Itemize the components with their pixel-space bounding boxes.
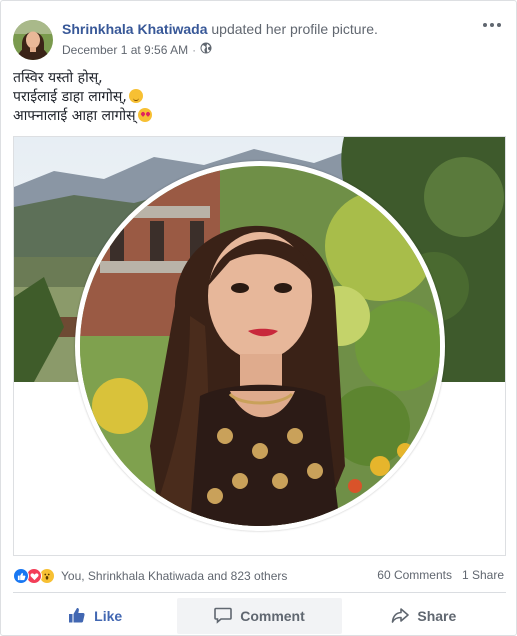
caption-line: आफ्नालाई आहा लागोस् xyxy=(13,107,152,126)
post-action-text: updated her profile picture. xyxy=(211,21,378,37)
reactions-summary-text[interactable]: You, Shrinkhala Khatiwada and 823 others xyxy=(61,569,287,583)
caption-line: पराईलाई डाहा लागोस्, xyxy=(13,88,152,107)
post-caption: तस्विर यस्तो होस्, पराईलाई डाहा लागोस्, … xyxy=(13,69,152,126)
comments-count-link[interactable]: 60 Comments xyxy=(377,568,452,582)
author-avatar[interactable] xyxy=(13,20,53,60)
post-meta: December 1 at 9:56 AM · xyxy=(62,42,212,57)
comment-button-label: Comment xyxy=(240,608,305,624)
post-header: Shrinkhala Khatiwada updated her profile… xyxy=(62,21,378,37)
relieved-face-emoji-icon xyxy=(128,89,143,103)
post-action-bar: Like Comment Share xyxy=(13,598,506,634)
heart-eyes-emoji-icon xyxy=(137,108,152,122)
like-button[interactable]: Like xyxy=(13,598,177,634)
share-arrow-icon xyxy=(391,606,410,627)
more-options-icon[interactable] xyxy=(480,13,504,37)
like-reaction-icon xyxy=(13,568,29,584)
actions-divider xyxy=(13,592,506,593)
globe-icon[interactable] xyxy=(200,42,212,57)
profile-picture xyxy=(80,166,440,526)
like-button-label: Like xyxy=(94,608,123,624)
post-timestamp[interactable]: December 1 at 9:56 AM xyxy=(62,43,188,57)
thumbs-up-icon xyxy=(68,606,86,627)
shares-count-link[interactable]: 1 Share xyxy=(462,568,504,582)
comment-button[interactable]: Comment xyxy=(177,598,342,634)
reactions-summary[interactable]: You, Shrinkhala Khatiwada and 823 others xyxy=(13,568,287,584)
caption-line: तस्विर यस्तो होस्, xyxy=(13,70,103,86)
engagement-counts: 60 Comments 1 Share xyxy=(377,568,504,582)
meta-separator: · xyxy=(192,42,197,57)
comment-icon xyxy=(214,606,233,627)
share-button[interactable]: Share xyxy=(342,598,506,634)
news-feed-post: Shrinkhala Khatiwada updated her profile… xyxy=(0,0,517,636)
share-button-label: Share xyxy=(417,608,457,624)
profile-photo-attachment[interactable] xyxy=(13,136,506,556)
author-name-link[interactable]: Shrinkhala Khatiwada xyxy=(62,21,207,37)
